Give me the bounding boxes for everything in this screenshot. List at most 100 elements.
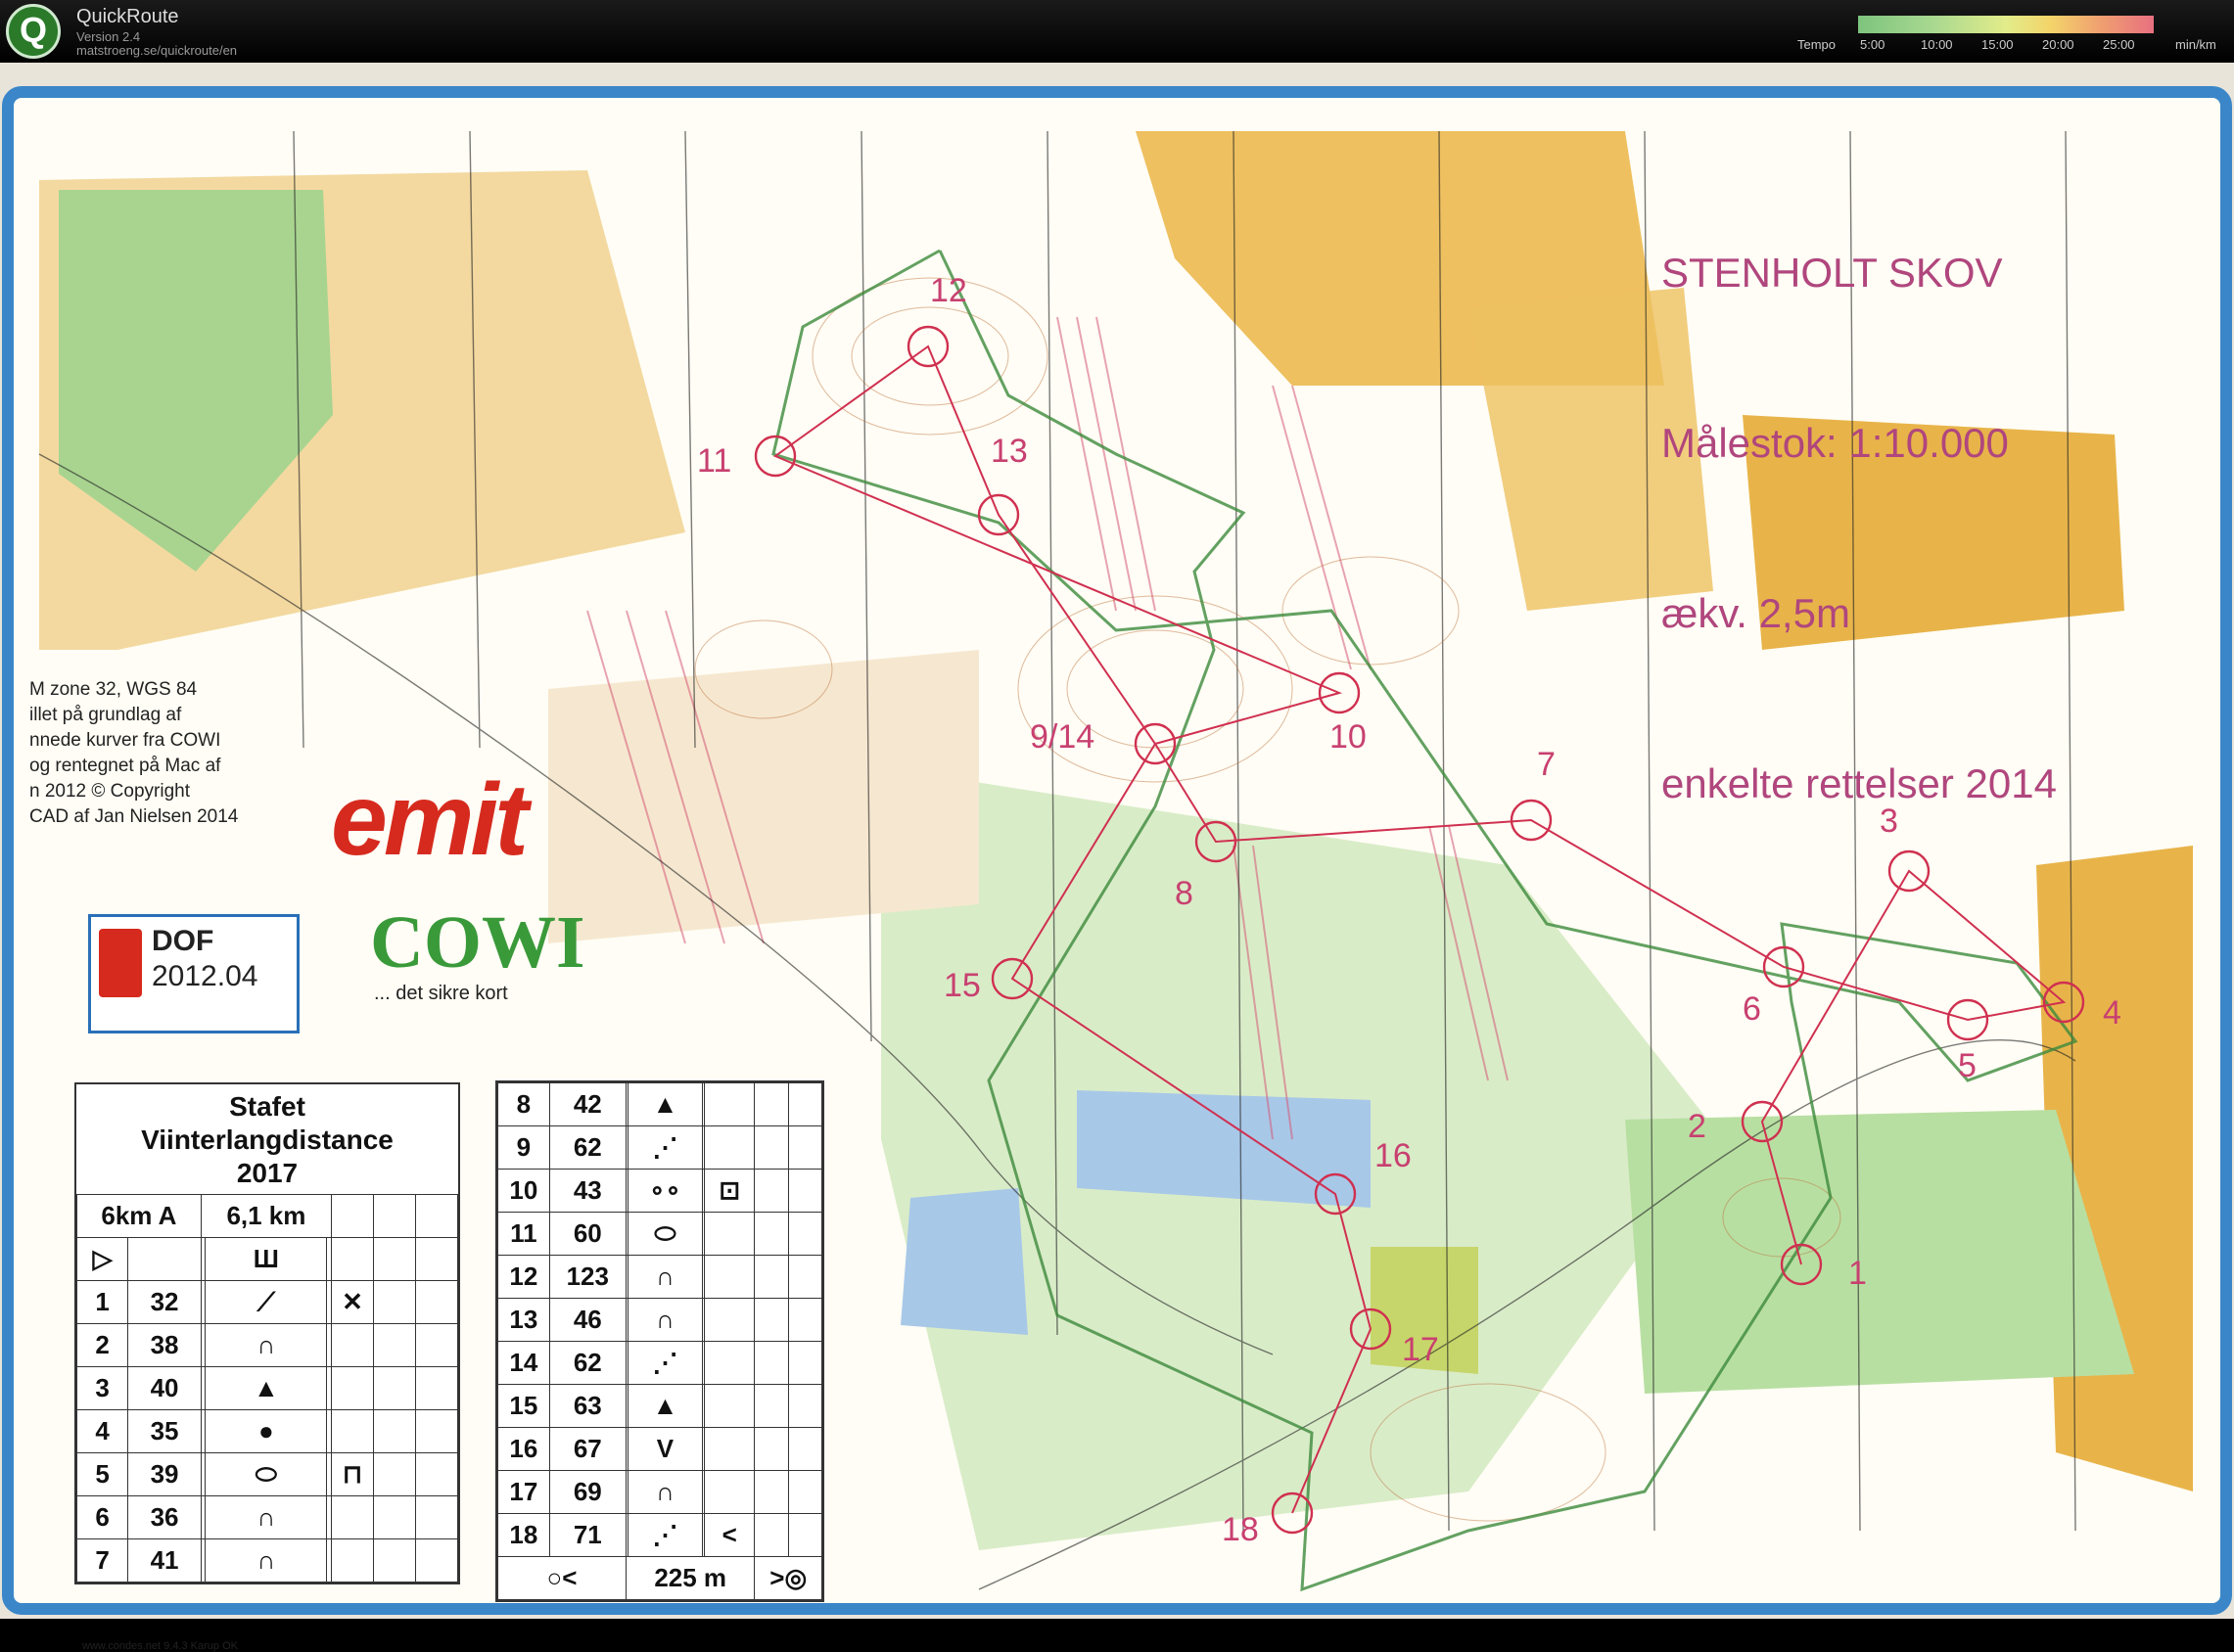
finish-left-icon: ○< (497, 1556, 627, 1600)
control-label: 10 (1329, 718, 1367, 756)
app-url[interactable]: matstroeng.se/quickroute/en (76, 43, 237, 58)
tempo-tick: 5:00 (1860, 37, 1885, 52)
map-contour-line: ækv. 2,5m (1661, 590, 1850, 636)
control-code: 32 (127, 1280, 202, 1324)
feature-symbol-icon: ∩ (205, 1495, 328, 1539)
control-number: 9 (497, 1125, 550, 1170)
control-number: 13 (497, 1298, 550, 1342)
extra-symbol-icon (331, 1538, 374, 1583)
feature-symbol-icon: ▲ (628, 1082, 703, 1126)
feature-symbol-icon: V (628, 1427, 703, 1471)
control-number: 1 (75, 1280, 129, 1324)
cowi-logo: COWI (370, 901, 585, 984)
credits-line: n 2012 © Copyright (29, 781, 190, 802)
control-number: 7 (75, 1538, 129, 1583)
control-number: 8 (497, 1082, 550, 1126)
control-row: 18 71 ⋰ < (497, 1513, 823, 1557)
control-number: 11 (497, 1212, 550, 1256)
control-row: 12 123 ∩ (497, 1255, 823, 1299)
app-name: QuickRoute (76, 6, 179, 27)
control-rows-left: 1 32 ⟋ ✕ 2 38 ∩ 3 40 ▲ 4 35 ● 5 39 ⬭ ⊓ 6 36 ∩ 7 41 ∩ (75, 1280, 458, 1583)
control-row: 9 62 ⋰ (497, 1125, 823, 1170)
credits-line: illet på grundlag af (29, 705, 182, 725)
feature-symbol-icon: ⟋ (205, 1280, 328, 1324)
tempo-label: Tempo (1797, 37, 1837, 52)
control-code: 62 (548, 1341, 627, 1385)
control-number: 17 (497, 1470, 550, 1514)
extra-symbol-icon (703, 1255, 756, 1299)
finish-distance: 225 m (625, 1556, 756, 1600)
extra-symbol-icon: < (703, 1513, 756, 1557)
feature-symbol-icon: ▲ (628, 1384, 703, 1428)
dof-runner-icon (99, 929, 142, 997)
credits-line: CAD af Jan Nielsen 2014 (29, 806, 239, 827)
start-triangle-icon: ▷ (75, 1237, 129, 1281)
feature-symbol-icon: ∩ (628, 1255, 703, 1299)
tempo-tick: 10:00 (1921, 37, 1953, 52)
control-code: 62 (548, 1125, 627, 1170)
control-number: 18 (497, 1513, 550, 1557)
control-code: 39 (127, 1452, 202, 1496)
control-row: 11 60 ⬭ (497, 1212, 823, 1256)
event-title: Stafet Viinterlangdistance 2017 (141, 1091, 394, 1188)
control-code: 46 (548, 1298, 627, 1342)
control-code: 67 (548, 1427, 627, 1471)
control-row: 4 35 ● (75, 1409, 458, 1453)
feature-symbol-icon: ⬭ (628, 1212, 703, 1256)
control-label: 13 (991, 433, 1028, 470)
extra-symbol-icon (331, 1323, 374, 1367)
emit-logo: emit (331, 763, 529, 877)
extra-symbol-icon (703, 1298, 756, 1342)
control-description-right: 8 42 ▲ 9 62 ⋰ 10 43 ∘∘ ⊡ 11 60 ⬭ 12 123 ∩ 13 46 ∩ 14 62 ⋰ 15 63… (495, 1080, 824, 1602)
tempo-color-scale (1858, 16, 2154, 33)
control-label: 1 (1848, 1255, 1867, 1292)
control-row: 13 46 ∩ (497, 1298, 823, 1342)
feature-symbol-icon: ⋰ (628, 1513, 703, 1557)
extra-symbol-icon (703, 1212, 756, 1256)
orienteering-map[interactable]: 1 2 3 4 5 6 7 8 9/14 10 11 12 13 15 16 1… (0, 63, 2234, 1652)
control-code: 36 (127, 1495, 202, 1539)
feature-symbol-icon: ⋰ (628, 1125, 703, 1170)
control-code: 60 (548, 1212, 627, 1256)
control-label: 6 (1743, 990, 1761, 1028)
control-label: 7 (1537, 746, 1556, 783)
control-code: 71 (548, 1513, 627, 1557)
control-code: 38 (127, 1323, 202, 1367)
dof-version: 2012.04 (152, 960, 258, 992)
extra-symbol-icon: ✕ (331, 1280, 374, 1324)
control-code: 35 (127, 1409, 202, 1453)
control-label: 12 (930, 272, 967, 309)
control-label: 4 (2103, 994, 2121, 1032)
control-row: 8 42 ▲ (497, 1082, 823, 1126)
control-description-left: Stafet Viinterlangdistance 2017 6km A 6,… (74, 1082, 460, 1584)
control-row: 10 43 ∘∘ ⊡ (497, 1169, 823, 1213)
control-table-right: 8 42 ▲ 9 62 ⋰ 10 43 ∘∘ ⊡ 11 60 ⬭ 12 123 ∩ 13 46 ∩ 14 62 ⋰ 15 63… (497, 1082, 823, 1600)
control-number: 2 (75, 1323, 129, 1367)
map-scale-line: Målestok: 1:10.000 (1661, 420, 2009, 466)
control-code: 69 (548, 1470, 627, 1514)
control-row: 5 39 ⬭ ⊓ (75, 1452, 458, 1496)
app-version: Version 2.4 (76, 29, 141, 44)
control-row: 6 36 ∩ (75, 1495, 458, 1539)
extra-symbol-icon (703, 1125, 756, 1170)
extra-symbol-icon (703, 1082, 756, 1126)
control-code: 40 (127, 1366, 202, 1410)
feature-symbol-icon: ∩ (205, 1538, 328, 1583)
control-label: 8 (1175, 875, 1193, 912)
control-label: 5 (1958, 1047, 1977, 1084)
control-number: 16 (497, 1427, 550, 1471)
control-number: 4 (75, 1409, 129, 1453)
control-number: 10 (497, 1169, 550, 1213)
extra-symbol-icon (331, 1409, 374, 1453)
map-revision-line: enkelte rettelser 2014 (1661, 760, 2057, 806)
control-number: 14 (497, 1341, 550, 1385)
feature-symbol-icon: ∘∘ (628, 1169, 703, 1213)
cowi-tagline: ... det sikre kort (374, 983, 508, 1004)
control-label: 17 (1402, 1331, 1439, 1368)
dof-name: DOF (152, 925, 214, 957)
control-row: 15 63 ▲ (497, 1384, 823, 1428)
dof-badge: DOF 2012.04 (88, 914, 300, 1033)
control-row: 14 62 ⋰ (497, 1341, 823, 1385)
finish-right-icon: >◎ (754, 1556, 822, 1600)
quickroute-logo: Q (6, 4, 61, 59)
